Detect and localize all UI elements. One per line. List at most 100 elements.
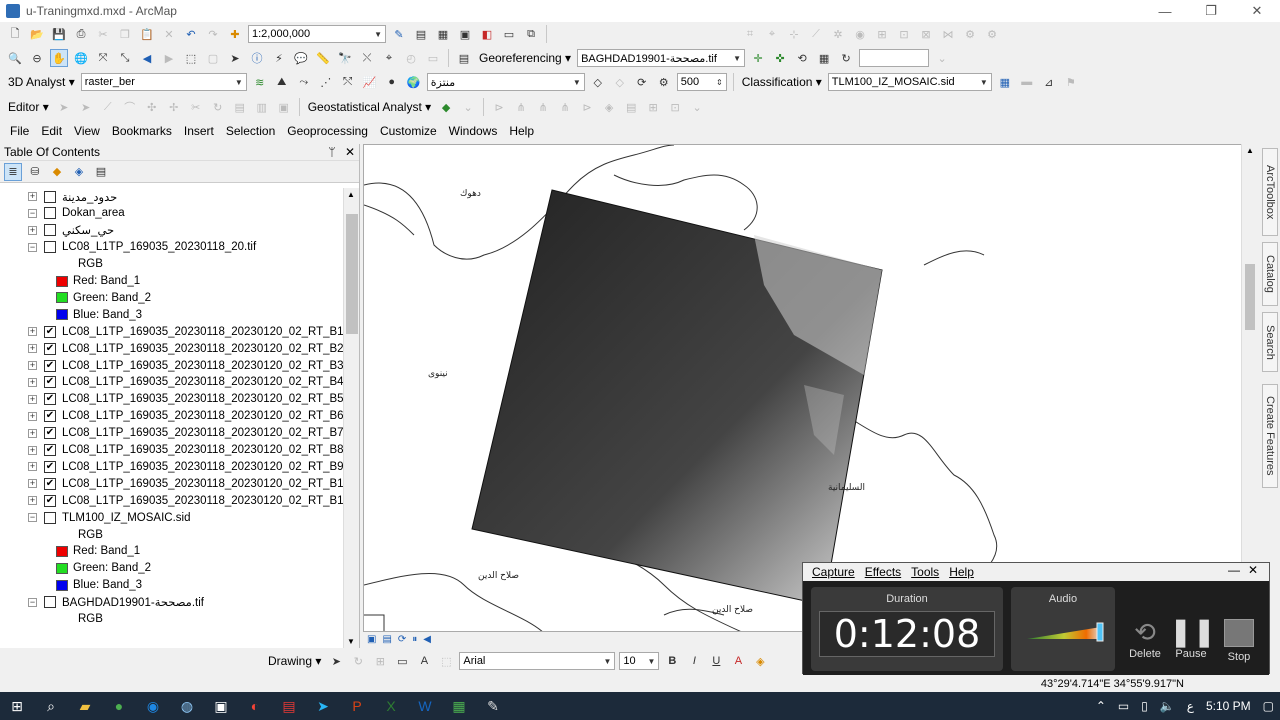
font-combo[interactable]: Arial ▼ [459, 652, 616, 670]
map-scroll-up-icon[interactable]: ▲ [1246, 146, 1254, 155]
expand-icon[interactable]: + [28, 361, 37, 370]
battery-icon[interactable]: ▯ [1141, 699, 1148, 713]
clock[interactable]: 5:10 PM [1206, 699, 1251, 713]
auto-registration-icon[interactable]: ✜ [771, 49, 789, 67]
raster-layer-combo[interactable]: raster_ber ▼ [80, 73, 247, 91]
toc-layer-row[interactable]: − BAGHDAD19901-مصححة.tif [28, 594, 204, 611]
toc-layer-row[interactable]: + ✔ LC08_L1TP_169035_20230118_20230120_02_… [28, 492, 343, 509]
expand-icon[interactable]: + [28, 327, 37, 337]
toc-layer-row[interactable]: + حدود_مدينة [28, 188, 117, 205]
undo-icon[interactable]: ↶ [182, 25, 200, 43]
snapping-tool-2-icon[interactable]: ⌖ [763, 25, 781, 43]
georef-rotation-input[interactable] [859, 49, 930, 67]
go-to-xy-icon[interactable]: ⌖ [380, 49, 398, 67]
arcglobe-icon[interactable]: 🌍 [405, 73, 423, 91]
arctoolbox-icon[interactable]: ◧ [478, 25, 496, 43]
network-tool-3-icon[interactable]: ⋔ [534, 98, 552, 116]
powerpoint-icon[interactable]: P [340, 692, 374, 720]
network-tool-8-icon[interactable]: ⊞ [644, 98, 662, 116]
redo-icon[interactable]: ↷ [204, 25, 222, 43]
toc-layer-row[interactable]: RGB [78, 611, 103, 628]
dock-tab-catalog[interactable]: Catalog [1262, 242, 1278, 306]
excel-icon[interactable]: X [374, 692, 408, 720]
layer-visibility-checkbox[interactable] [44, 190, 56, 203]
menu-geoprocessing[interactable]: Geoprocessing [281, 124, 374, 138]
steepest-path-icon[interactable]: ⛰ [273, 73, 291, 91]
snapping-tool-12-icon[interactable]: ⚙ [983, 25, 1001, 43]
add-feature-icon[interactable]: ◇ [589, 73, 607, 91]
language-indicator[interactable]: ع [1187, 699, 1194, 713]
list-by-drawing-order-icon[interactable]: ≣ [4, 162, 22, 181]
edit-annotation-icon[interactable]: ➤ [77, 98, 95, 116]
layer-visibility-checkbox[interactable] [44, 511, 56, 524]
pdf-reader-icon[interactable]: ▤ [272, 692, 306, 720]
edit-tool-icon[interactable]: ➤ [55, 98, 73, 116]
toc-layer-row[interactable]: + ✔ LC08_L1TP_169035_20230118_20230120_02_… [28, 442, 343, 459]
file-explorer-icon[interactable]: ▰ [68, 692, 102, 720]
word-icon[interactable]: W [408, 692, 442, 720]
fixed-zoom-in-icon[interactable]: ⤧ [94, 49, 112, 67]
layer-visibility-checkbox[interactable]: ✔ [44, 359, 56, 372]
copy-icon[interactable]: ❐ [116, 25, 134, 43]
toc-layer-row[interactable]: + ✔ LC08_L1TP_169035_20230118_20230120_02_… [28, 357, 343, 374]
3d-analyst-menu[interactable]: 3D Analyst ▾ [8, 75, 75, 89]
fixed-zoom-out-icon[interactable]: ⤡ [116, 49, 134, 67]
toc-layer-row[interactable]: Green: Band_2 [56, 289, 151, 306]
select-features-icon[interactable]: ⬚ [182, 49, 200, 67]
toc-layer-row[interactable]: + ✔ LC08_L1TP_169035_20230118_20230120_02_… [28, 374, 343, 391]
interpolate-line-icon[interactable]: ⤲ [339, 73, 357, 91]
expand-icon[interactable]: + [28, 394, 37, 404]
feature-layer-combo[interactable]: منتزة ▼ [426, 73, 585, 91]
start-windows-icon[interactable]: ⊞ [0, 692, 34, 720]
expand-icon[interactable]: + [28, 377, 37, 387]
snapping-tool-9-icon[interactable]: ⊠ [917, 25, 935, 43]
menu-edit[interactable]: Edit [35, 124, 68, 138]
snapping-tool-10-icon[interactable]: ⋈ [939, 25, 957, 43]
tray-chevron-icon[interactable]: ⌃ [1096, 699, 1106, 713]
toc-layer-row[interactable]: + حي_سكني [28, 222, 114, 239]
recorder-close-icon[interactable]: ✕ [1246, 563, 1260, 577]
rotate-icon[interactable]: ⟲ [793, 49, 811, 67]
toc-options-icon[interactable]: ▤ [92, 163, 110, 181]
point-icon[interactable]: ✢ [165, 98, 183, 116]
italic-icon[interactable]: I [685, 652, 703, 670]
map-scrollbar[interactable]: ▲ [1241, 144, 1257, 632]
snapping-tool-11-icon[interactable]: ⚙ [961, 25, 979, 43]
dock-tab-arctoolbox[interactable]: ArcToolbox [1262, 148, 1278, 236]
profile-graph-icon[interactable]: 📈 [361, 73, 379, 91]
rectangle-icon[interactable]: ▭ [393, 652, 411, 670]
drawing-menu[interactable]: Drawing ▾ [268, 654, 321, 668]
snapping-tool-1-icon[interactable]: ⌗ [741, 25, 759, 43]
layer-visibility-checkbox[interactable]: ✔ [44, 393, 56, 406]
toc-layer-row[interactable]: + ✔ LC08_L1TP_169035_20230118_20230120_02_… [28, 408, 343, 425]
pan-hand-icon[interactable]: ✋ [50, 49, 68, 67]
dock-tab-search[interactable]: Search [1262, 312, 1278, 372]
end-point-arc-icon[interactable]: ⌒ [121, 98, 139, 116]
edit-feature-icon[interactable]: ◇ [611, 73, 629, 91]
toc-window-icon[interactable]: ▤ [412, 25, 430, 43]
snapping-tool-5-icon[interactable]: ✲ [829, 25, 847, 43]
expand-icon[interactable]: + [28, 479, 37, 489]
delete-button[interactable]: ⟲ Delete [1123, 617, 1167, 660]
recorder-menu-help[interactable]: Help [944, 565, 979, 579]
volume-icon[interactable]: 🔈 [1160, 699, 1175, 713]
select-element-icon[interactable]: ➤ [327, 652, 345, 670]
geostat-wizard-icon[interactable]: ◆ [437, 98, 455, 116]
toc-layer-row[interactable]: Red: Band_1 [56, 543, 140, 560]
network-tool-4-icon[interactable]: ⋔ [556, 98, 574, 116]
pin-icon[interactable]: ᛘ [328, 145, 335, 159]
find-icon[interactable]: 🔭 [336, 49, 354, 67]
expand-icon[interactable]: + [28, 344, 37, 354]
network-tool-2-icon[interactable]: ⋔ [512, 98, 530, 116]
layer-visibility-checkbox[interactable]: ✔ [44, 477, 56, 490]
arcmap-active-icon[interactable]: ✎ [476, 692, 510, 720]
menu-windows[interactable]: Windows [443, 124, 504, 138]
zoom-in-icon[interactable]: 🔍 [6, 49, 24, 67]
layout-view-icon[interactable]: ▤ [455, 49, 473, 67]
save-icon[interactable]: 💾 [50, 25, 68, 43]
toc-scroll-thumb[interactable] [346, 214, 358, 334]
map-scroll-thumb[interactable] [1245, 264, 1255, 330]
minimize-button[interactable]: — [1142, 0, 1188, 22]
model-builder-icon[interactable]: ⧉ [522, 25, 540, 43]
trace-icon[interactable]: ✣ [143, 98, 161, 116]
